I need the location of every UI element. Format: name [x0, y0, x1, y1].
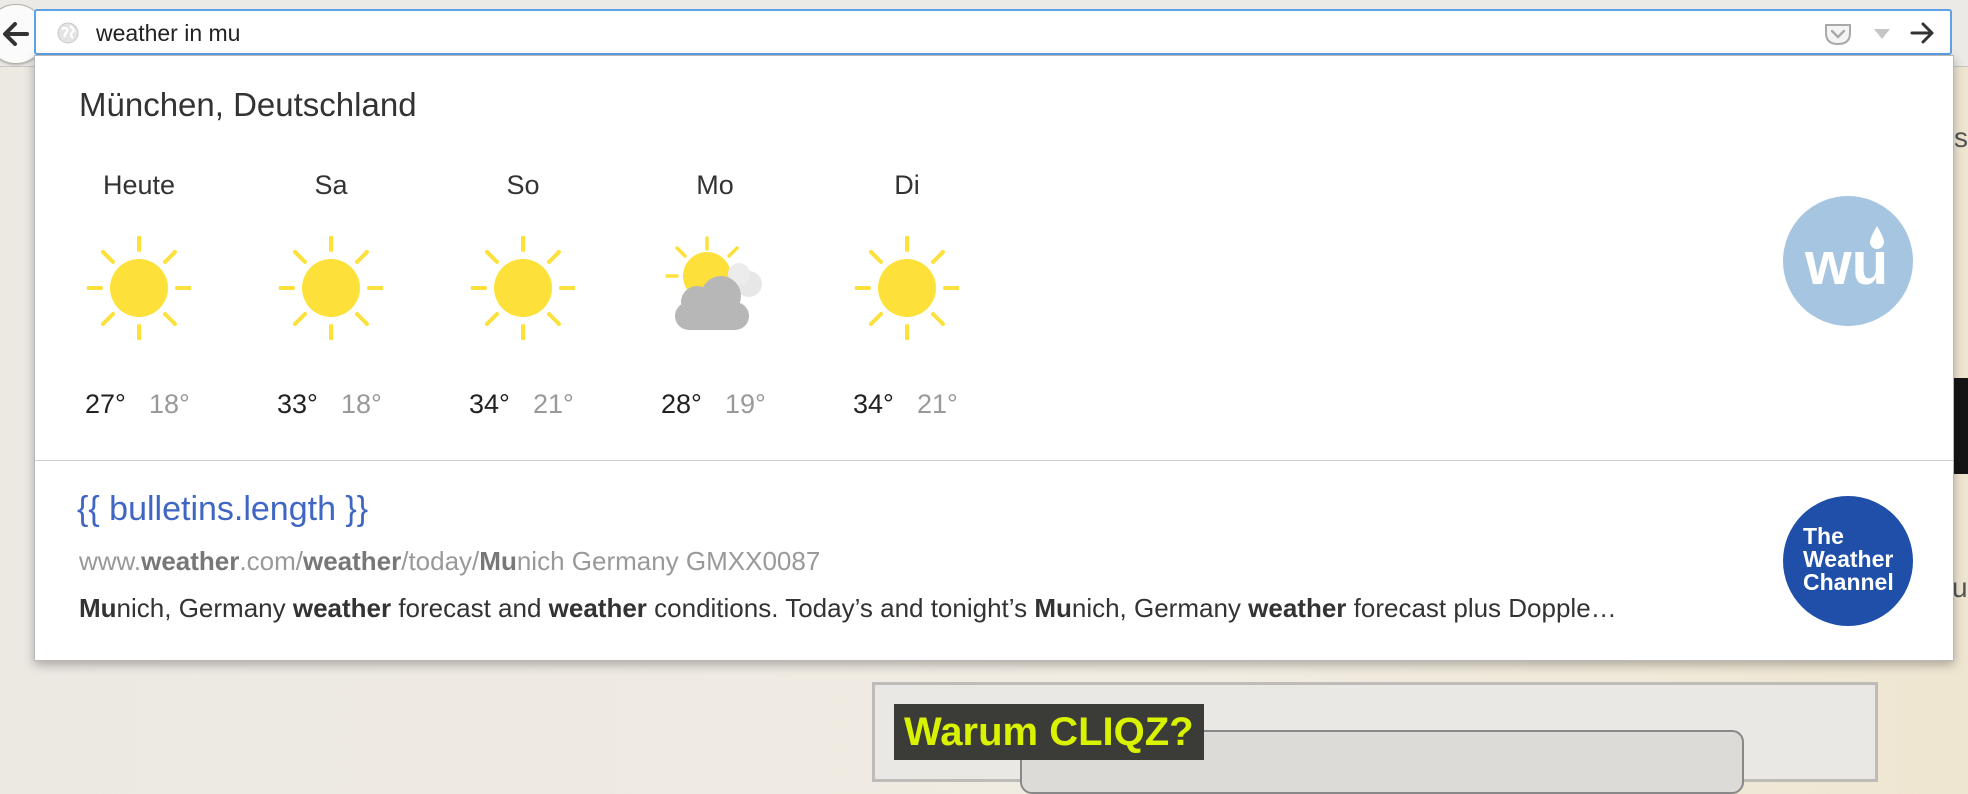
forecast-day-name: Di	[894, 170, 920, 200]
highlighted-text: weather	[141, 546, 240, 576]
highlighted-text: weather	[292, 593, 392, 623]
temp-max: 28°	[661, 389, 702, 419]
chevron-down-icon[interactable]	[1872, 27, 1892, 41]
text-segment: .com/	[239, 546, 303, 576]
pocket-icon[interactable]	[1824, 22, 1852, 46]
text-segment: /today/	[401, 546, 480, 576]
wu-logo-icon: wu	[1804, 226, 1888, 297]
search-dropdown: München, Deutschland Heute 27° 18° Sa 33…	[34, 55, 1954, 661]
text-segment: nich, Germany	[116, 593, 293, 623]
forecast-day-name: Sa	[314, 170, 348, 200]
forecast-day: Sa 33° 18°	[271, 56, 391, 436]
sun-icon	[855, 236, 959, 340]
temp-max: 33°	[277, 389, 318, 419]
globe-icon	[57, 22, 79, 44]
back-arrow-icon	[3, 22, 29, 46]
temp-min: 18°	[341, 389, 382, 419]
temp-max: 27°	[85, 389, 126, 419]
forecast-day-name: Heute	[102, 170, 176, 200]
text-segment: www.	[79, 546, 142, 576]
highlighted-text: Mu	[79, 593, 117, 623]
highlighted-text: Mu	[479, 546, 517, 576]
weather-channel-logo-text: The Weather Channel	[1803, 523, 1894, 595]
text-segment: nich, Germany	[1071, 593, 1249, 623]
result-divider	[35, 460, 1953, 461]
highlighted-text: weather	[1248, 593, 1347, 623]
url-input[interactable]	[94, 11, 1798, 55]
background-page-image	[1954, 378, 1968, 474]
forecast-day: Mo 28° 19°	[655, 56, 775, 436]
forecast-day-name: So	[506, 170, 540, 200]
temp-max: 34°	[469, 389, 510, 419]
forecast-day: Di 34° 21°	[847, 56, 967, 436]
background-page-text: u	[1952, 572, 1968, 603]
sun-icon	[279, 236, 383, 340]
weather-underground-logo[interactable]: wu	[1783, 196, 1913, 326]
forecast-day: Heute 27° 18°	[79, 56, 199, 436]
weather-channel-logo[interactable]: The Weather Channel	[1783, 496, 1913, 626]
text-segment: forecast and	[391, 593, 549, 623]
temp-min: 21°	[533, 389, 574, 419]
result-url[interactable]: www.weather.com/weather/today/Munich Ger…	[79, 546, 820, 577]
temp-min: 19°	[725, 389, 766, 419]
promo-label[interactable]: Warum CLIQZ?	[894, 704, 1204, 760]
text-segment: conditions. Today’s and tonight’s	[646, 593, 1035, 623]
url-bar[interactable]	[34, 9, 1952, 55]
result-title-link[interactable]: {{ bulletins.length }}	[77, 490, 368, 529]
sun-icon	[471, 236, 575, 340]
highlighted-text: weather	[548, 593, 647, 623]
highlighted-text: Mu	[1034, 593, 1072, 623]
result-description: Munich, Germany weather forecast and wea…	[79, 593, 1617, 624]
temp-min: 21°	[917, 389, 958, 419]
partly-cloudy-icon	[665, 236, 762, 330]
go-arrow-icon[interactable]	[1910, 22, 1934, 44]
forecast-day: So 34° 21°	[463, 56, 583, 436]
forecast-day-name: Mo	[696, 170, 734, 200]
temp-min: 18°	[149, 389, 190, 419]
temp-max: 34°	[853, 389, 894, 419]
text-segment: forecast plus Dopple…	[1346, 593, 1617, 623]
sun-icon	[87, 236, 191, 340]
background-page-text: s	[1954, 122, 1968, 153]
text-segment: nich Germany GMXX0087	[516, 546, 821, 576]
highlighted-text: weather	[302, 546, 402, 576]
